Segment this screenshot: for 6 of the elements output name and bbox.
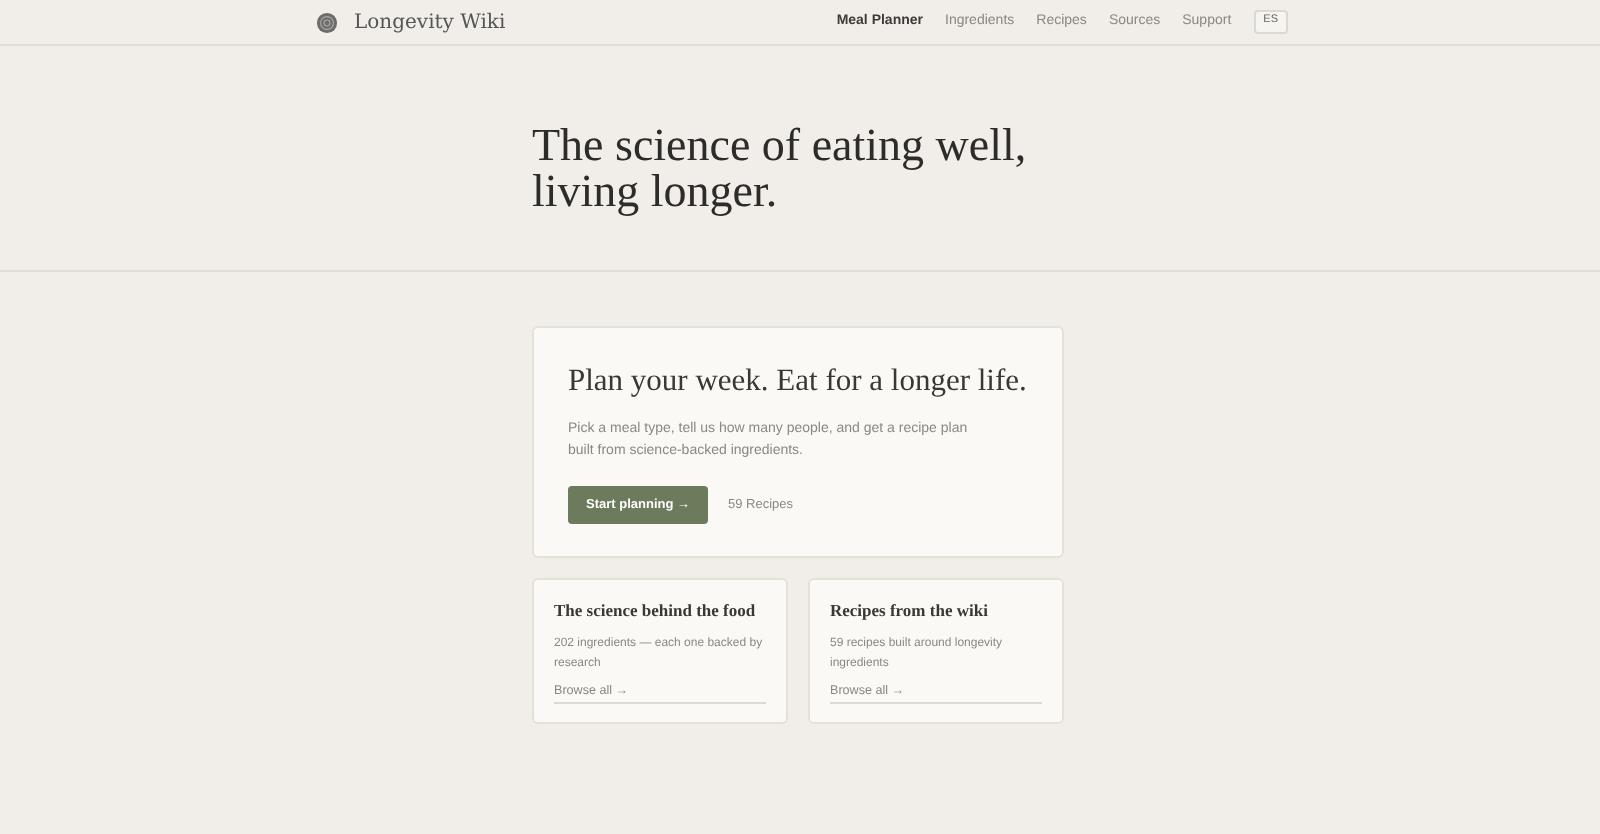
logo-icon: [316, 11, 338, 33]
hero-heading: The science of eating well, living longer.: [532, 122, 1029, 214]
brand-name[interactable]: Longevity Wiki: [354, 7, 506, 37]
card-title: The science behind the food: [554, 600, 758, 622]
card-title: Recipes from the wiki: [830, 600, 990, 622]
planner-title: Plan your week. Eat for a longer life.: [568, 364, 1028, 402]
